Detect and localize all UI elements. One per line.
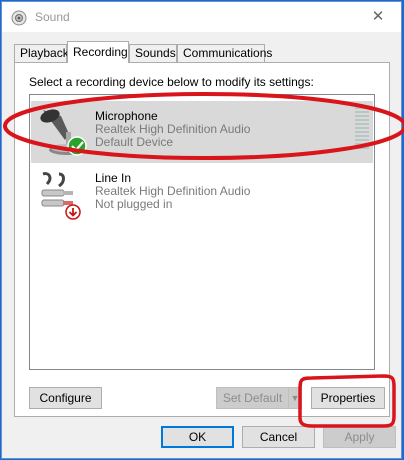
device-row-line-in[interactable]: Line In Realtek High Definition Audio No… <box>31 163 373 225</box>
device-list[interactable]: Microphone Realtek High Definition Audio… <box>29 94 375 370</box>
tab-recording[interactable]: Recording <box>67 41 129 63</box>
speaker-icon <box>11 10 27 26</box>
sound-dialog: Sound ✕ Playback Recording Sounds Commun… <box>1 1 402 459</box>
chevron-down-icon: ▼ <box>290 393 300 403</box>
title-bar[interactable]: Sound ✕ <box>2 2 401 32</box>
red-down-arrow-icon <box>65 204 81 220</box>
level-meter <box>355 107 369 151</box>
tab-sounds[interactable]: Sounds <box>129 44 177 62</box>
close-icon: ✕ <box>371 8 385 25</box>
set-default-button[interactable]: Set Default <box>216 387 289 409</box>
rca-cable-icon <box>41 172 81 220</box>
tab-playback[interactable]: Playback <box>14 44 69 62</box>
configure-button[interactable]: Configure <box>29 387 102 409</box>
set-default-dropdown-arrow[interactable]: ▼ <box>288 387 302 409</box>
tab-communications[interactable]: Communications <box>177 44 272 62</box>
microphone-icon <box>40 109 87 156</box>
green-check-icon <box>67 136 87 156</box>
properties-button[interactable]: Properties <box>311 387 385 409</box>
recording-panel: Select a recording device below to modif… <box>14 62 390 417</box>
device-status: Default Device <box>95 135 174 149</box>
instruction-text: Select a recording device below to modif… <box>29 75 314 89</box>
ok-button[interactable]: OK <box>161 426 234 448</box>
close-button[interactable]: ✕ <box>355 2 401 32</box>
apply-button[interactable]: Apply <box>323 426 396 448</box>
cancel-button[interactable]: Cancel <box>242 426 315 448</box>
device-status: Not plugged in <box>95 197 173 211</box>
device-row-microphone[interactable]: Microphone Realtek High Definition Audio… <box>31 101 373 163</box>
window-title: Sound <box>35 10 70 24</box>
